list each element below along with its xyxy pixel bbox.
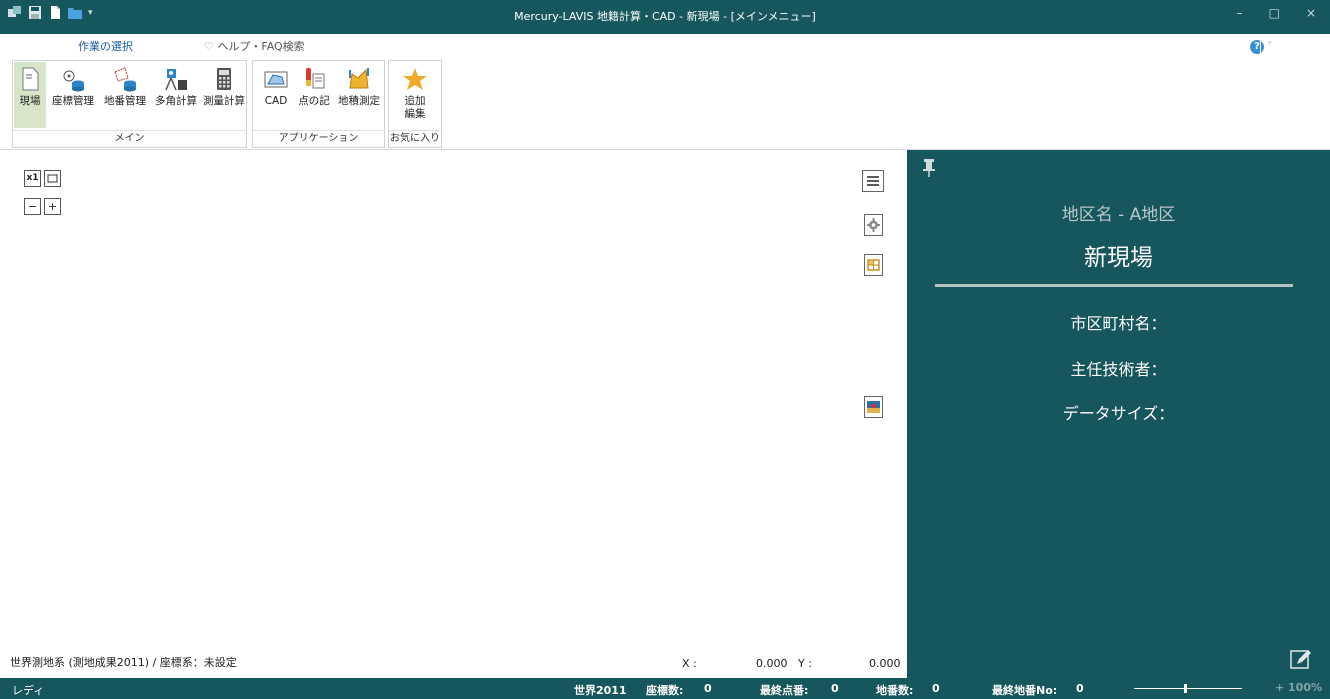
panel-divider bbox=[935, 284, 1293, 287]
map-canvas[interactable]: x1 − + 世界測地系 (測地成果2011) / 座標系：未設定 X : 0.… bbox=[0, 150, 907, 678]
help-search-label: ヘルプ・FAQ検索 bbox=[217, 40, 305, 53]
coord-count: 0 bbox=[704, 682, 712, 695]
zoom-fit-icon bbox=[47, 174, 58, 183]
zoom-slider-thumb[interactable] bbox=[1184, 684, 1187, 693]
status-bar: レディ 世界2011 座標数: 0 最終点番: 0 地番数: 0 最終地番No:… bbox=[0, 678, 1330, 699]
point-record-button[interactable]: 点の記 bbox=[297, 62, 331, 128]
y-label: Y : bbox=[798, 657, 812, 670]
ready-status: レディ bbox=[12, 684, 45, 697]
site-button[interactable]: 現場 bbox=[14, 62, 46, 128]
hamburger-icon bbox=[867, 176, 879, 186]
area-measure-icon bbox=[349, 68, 369, 89]
parcel-db-icon bbox=[114, 67, 136, 92]
account-box[interactable] bbox=[1260, 40, 1314, 54]
cad-label: CAD bbox=[264, 95, 288, 107]
ribbon-group-favorites: 追加 編集 お気に入り bbox=[388, 60, 442, 148]
tab-work-select[interactable]: 作業の選択 bbox=[71, 36, 140, 58]
ribbon: 現場 座標管理 地番管理 多角計算 測量計算 メイン CAD 点の記 地積測定 … bbox=[0, 58, 1330, 150]
x-label: X : bbox=[682, 657, 697, 670]
zoom-level: + 100% bbox=[1274, 681, 1322, 694]
title-bar: ▾ Mercury-LAVIS 地籍計算・CAD - 新現場 - [メインメニュ… bbox=[0, 0, 1330, 34]
coordinate-db-icon bbox=[63, 70, 84, 92]
layout-grid-icon bbox=[867, 259, 880, 271]
y-value: 0.000 bbox=[869, 657, 901, 670]
favorites-edit-label-2: 編集 bbox=[404, 108, 426, 120]
favorites-edit-button[interactable]: 追加 編集 bbox=[393, 62, 437, 128]
engineer-label: 主任技術者： bbox=[1070, 360, 1167, 379]
ribbon-group-main: 現場 座標管理 地番管理 多角計算 測量計算 メイン bbox=[12, 60, 247, 148]
parcel-count-label: 地番数: bbox=[876, 684, 914, 697]
zoom-1x-button[interactable]: x1 bbox=[24, 170, 41, 187]
coordinate-system-text: 世界測地系 (測地成果2011) / 座標系：未設定 bbox=[10, 656, 237, 669]
municipality-label: 市区町村名： bbox=[1070, 314, 1167, 333]
coordinate-manage-button[interactable]: 座標管理 bbox=[48, 62, 98, 128]
settings-button[interactable] bbox=[864, 214, 883, 236]
maximize-icon[interactable]: □ bbox=[1269, 6, 1280, 20]
app-window: ▾ Mercury-LAVIS 地籍計算・CAD - 新現場 - [メインメニュ… bbox=[0, 0, 1330, 699]
area-measure-button[interactable]: 地積測定 bbox=[335, 62, 383, 128]
star-icon bbox=[403, 68, 427, 90]
last-point-label: 最終点番: bbox=[760, 684, 809, 697]
point-record-label: 点の記 bbox=[298, 95, 330, 107]
minimize-icon[interactable]: – bbox=[1237, 6, 1243, 20]
traverse-calc-button[interactable]: 多角計算 bbox=[152, 62, 200, 128]
zoom-in-button[interactable]: + bbox=[44, 198, 61, 215]
tab-file[interactable]: ファイル bbox=[14, 36, 72, 58]
pin-icon[interactable] bbox=[921, 158, 937, 178]
last-parcel: 0 bbox=[1076, 682, 1084, 695]
traverse-calc-label: 多角計算 bbox=[155, 95, 197, 107]
edit-pen-icon[interactable] bbox=[1290, 648, 1312, 670]
map-image-icon bbox=[867, 401, 880, 413]
calculator-icon bbox=[217, 68, 231, 90]
data-size-label: データサイズ： bbox=[1062, 404, 1175, 423]
point-marker-icon bbox=[306, 68, 325, 89]
survey-calc-label: 測量計算 bbox=[203, 95, 245, 107]
area-measure-label: 地積測定 bbox=[338, 95, 380, 107]
site-name: 新現場 bbox=[1084, 245, 1153, 271]
document-icon bbox=[22, 67, 39, 91]
map-image-button[interactable] bbox=[864, 396, 883, 418]
parcel-manage-button[interactable]: 地番管理 bbox=[100, 62, 150, 128]
coord-count-label: 座標数: bbox=[646, 684, 684, 697]
window-title: Mercury-LAVIS 地籍計算・CAD - 新現場 - [メインメニュー] bbox=[514, 10, 816, 23]
datum-status: 世界2011 bbox=[574, 684, 627, 697]
window-controls: – □ × bbox=[1237, 6, 1316, 20]
ribbon-group-apps: CAD 点の記 地積測定 アプリケーション bbox=[252, 60, 385, 148]
last-point: 0 bbox=[831, 682, 839, 695]
parcel-manage-label: 地番管理 bbox=[104, 95, 146, 107]
x-value: 0.000 bbox=[756, 657, 788, 670]
coordinate-manage-label: 座標管理 bbox=[52, 95, 94, 107]
group-label-main: メイン bbox=[13, 130, 246, 147]
cad-icon bbox=[264, 71, 288, 88]
survey-instrument-icon bbox=[165, 69, 187, 91]
tab-common[interactable]: 共通 bbox=[153, 36, 189, 58]
zoom-fit-button[interactable] bbox=[44, 170, 61, 187]
zoom-slider-track[interactable] bbox=[1134, 688, 1242, 689]
menu-button[interactable] bbox=[862, 170, 884, 192]
parcel-count: 0 bbox=[932, 682, 940, 695]
close-icon[interactable]: × bbox=[1306, 6, 1316, 20]
district-name: 地区名 - A地区 bbox=[1061, 205, 1176, 225]
zoom-out-button[interactable]: − bbox=[24, 198, 41, 215]
site-info-panel: 地区名 - A地区 新現場 市区町村名： 主任技術者： データサイズ： bbox=[907, 150, 1330, 678]
help-search-box[interactable]: ♡ ヘルプ・FAQ検索 bbox=[198, 36, 333, 57]
gear-icon bbox=[867, 218, 880, 232]
group-label-apps: アプリケーション bbox=[253, 130, 384, 147]
favorites-edit-label-1: 追加 bbox=[404, 95, 426, 107]
lightbulb-icon: ♡ bbox=[204, 40, 214, 53]
cad-button[interactable]: CAD bbox=[259, 62, 293, 128]
layout-button[interactable] bbox=[864, 254, 883, 276]
site-label: 現場 bbox=[19, 95, 41, 107]
last-parcel-label: 最終地番No: bbox=[992, 684, 1058, 697]
survey-calc-button[interactable]: 測量計算 bbox=[202, 62, 246, 128]
group-label-favorites: お気に入り bbox=[389, 130, 441, 147]
